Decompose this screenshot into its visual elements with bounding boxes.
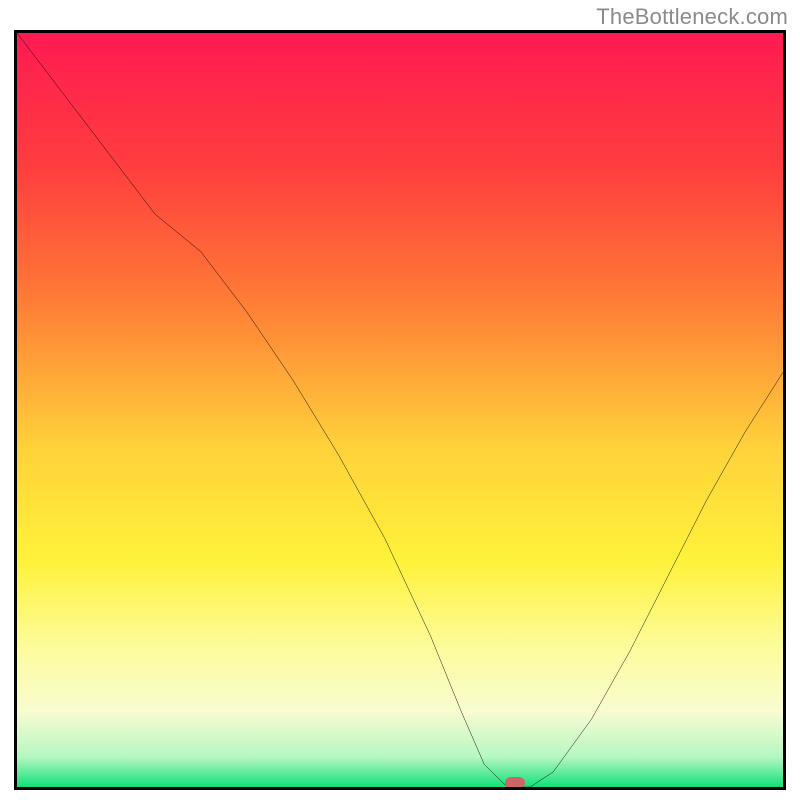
optimum-marker	[505, 777, 525, 789]
chart-svg	[17, 33, 783, 787]
chart-wrap: TheBottleneck.com	[0, 0, 800, 800]
attribution-text: TheBottleneck.com	[596, 4, 788, 30]
gradient-background	[17, 33, 783, 787]
plot-area	[14, 30, 786, 790]
